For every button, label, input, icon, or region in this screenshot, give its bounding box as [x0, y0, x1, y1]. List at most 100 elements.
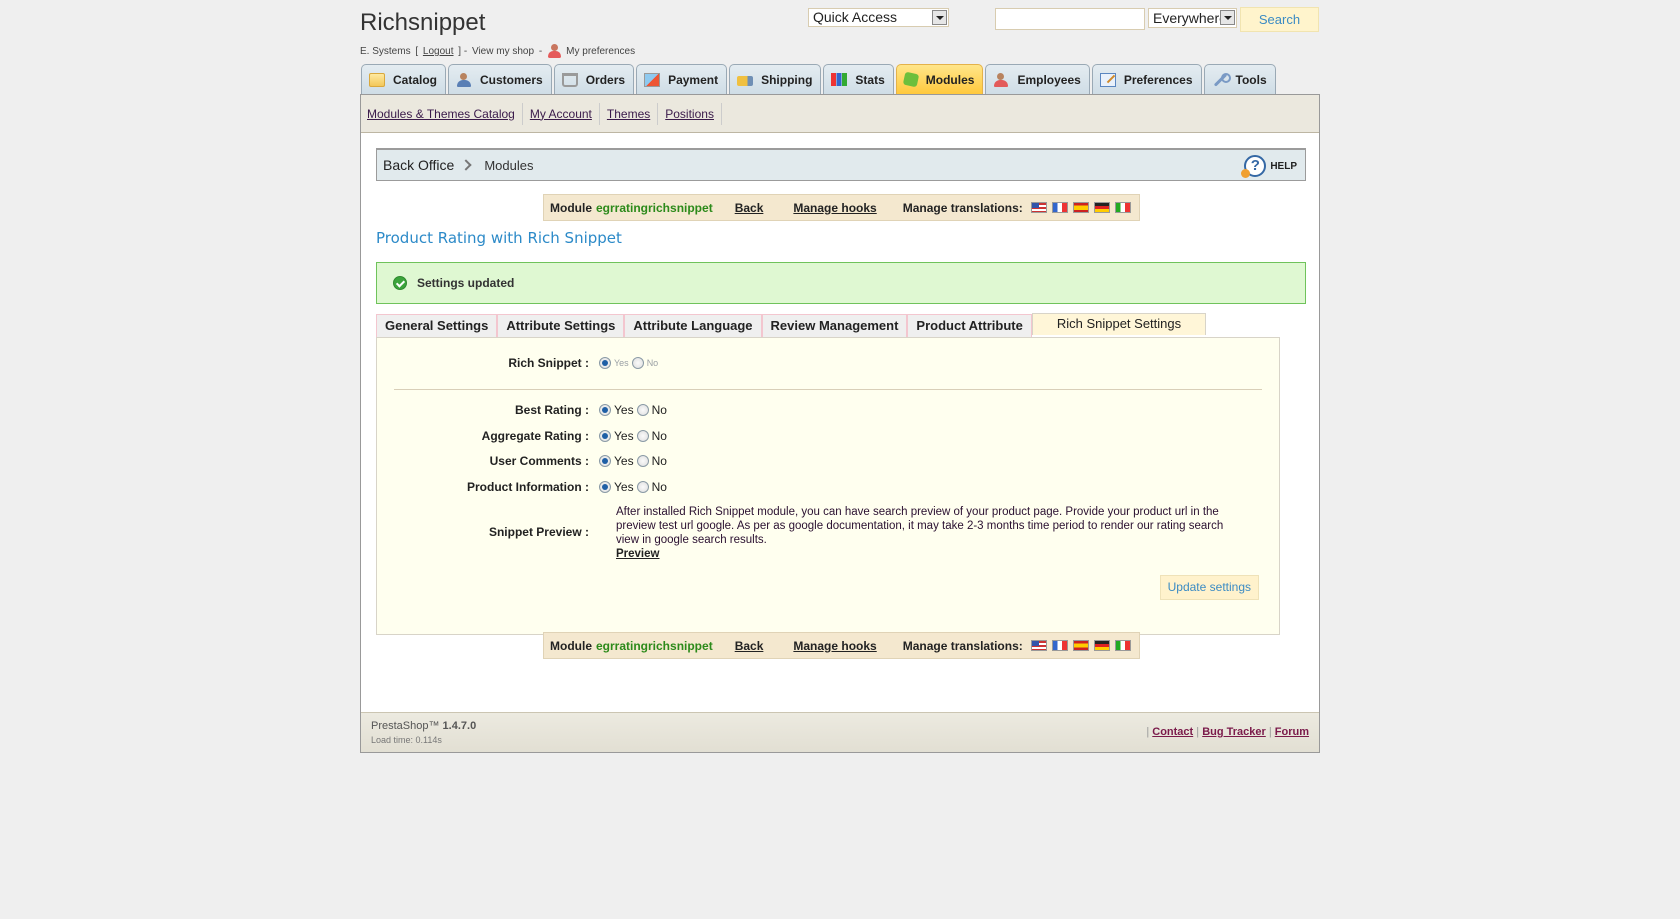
tab-review-management[interactable]: Review Management: [761, 314, 908, 337]
tab-rich-snippet-settings[interactable]: Rich Snippet Settings: [1031, 313, 1207, 335]
manage-hooks-link[interactable]: Manage hooks: [793, 639, 876, 653]
footer-links: | Contact | Bug Tracker | Forum: [1146, 726, 1309, 738]
tab-product-attribute[interactable]: Product Attribute: [907, 314, 1032, 337]
manage-translations-label: Manage translations:: [902, 200, 1023, 215]
check-circle-icon: [393, 276, 407, 290]
preview-link[interactable]: Preview: [616, 547, 1226, 561]
aggregate-rating-yes-radio[interactable]: [599, 430, 611, 442]
breadcrumb-root[interactable]: Back Office: [383, 157, 454, 173]
footer: PrestaShop™ 1.4.7.0 Load time: 0.114s | …: [361, 712, 1319, 752]
fr-flag-icon[interactable]: [1051, 202, 1068, 213]
chevron-right-icon: [460, 159, 472, 171]
es-flag-icon[interactable]: [1072, 640, 1089, 651]
submenu-positions[interactable]: Positions: [658, 102, 722, 125]
folder-icon: [369, 72, 385, 87]
best-rating-no-radio[interactable]: [636, 404, 649, 416]
us-flag-icon[interactable]: [1030, 202, 1047, 213]
breadcrumb: Back Office Modules ? HELP: [376, 148, 1306, 181]
rich-snippet-no-radio[interactable]: [631, 357, 644, 369]
payment-icon: [644, 72, 661, 87]
de-flag-icon[interactable]: [1093, 640, 1110, 651]
forum-link[interactable]: Forum: [1275, 726, 1309, 738]
no-label: No: [651, 480, 667, 494]
employee-icon: [993, 72, 1009, 87]
help-icon: ?: [1241, 155, 1267, 178]
tab-customers[interactable]: Customers: [448, 64, 552, 94]
tab-employees[interactable]: Employees: [985, 64, 1090, 94]
user-comments-label: User Comments :: [489, 454, 589, 468]
rich-snippet-settings-panel: Rich Snippet : Yes No Best Rating : Yes …: [376, 337, 1280, 635]
logout-link[interactable]: Logout: [423, 46, 454, 57]
bug-tracker-link[interactable]: Bug Tracker: [1202, 726, 1266, 738]
module-name: egrratingrichsnippet: [596, 638, 713, 653]
preferences-icon: [1099, 72, 1116, 87]
aggregate-rating-no-radio[interactable]: [636, 430, 649, 442]
no-label: No: [651, 454, 667, 468]
update-settings-button[interactable]: Update settings: [1159, 575, 1259, 600]
product-information-yes-radio[interactable]: [599, 481, 611, 493]
us-flag-icon[interactable]: [1030, 640, 1047, 651]
product-information-label: Product Information :: [467, 480, 589, 494]
confirmation-message: Settings updated: [376, 262, 1306, 304]
tab-catalog[interactable]: Catalog: [361, 64, 447, 94]
de-flag-icon[interactable]: [1093, 202, 1110, 213]
submenu-modules-themes-catalog[interactable]: Modules & Themes Catalog: [367, 102, 523, 125]
chevron-down-icon[interactable]: [932, 10, 947, 25]
user-comments-row: User Comments : Yes No: [377, 454, 670, 468]
best-rating-row: Best Rating : Yes No: [377, 403, 670, 417]
it-flag-icon[interactable]: [1114, 202, 1131, 213]
module-prefix: Module: [550, 200, 592, 215]
tab-stats[interactable]: Stats: [823, 64, 894, 94]
snippet-preview-description: After installed Rich Snippet module, you…: [616, 505, 1226, 561]
quick-access-select[interactable]: Quick Access: [808, 8, 949, 27]
version-number: 1.4.7.0: [442, 720, 477, 732]
confirmation-text: Settings updated: [417, 276, 515, 290]
user-comments-yes-radio[interactable]: [599, 455, 611, 467]
yes-label: Yes: [614, 429, 634, 443]
submenu-themes[interactable]: Themes: [600, 102, 659, 125]
manage-hooks-link[interactable]: Manage hooks: [793, 201, 876, 215]
tab-orders[interactable]: Orders: [553, 64, 635, 94]
yes-label: Yes: [614, 454, 634, 468]
my-preferences-link[interactable]: My preferences: [566, 46, 635, 57]
yes-label: Yes: [614, 403, 634, 417]
content-area: Modules & Themes Catalog My Account Them…: [360, 94, 1320, 753]
tab-preferences[interactable]: Preferences: [1091, 64, 1202, 94]
settings-tabs: General Settings Attribute Settings Attr…: [376, 313, 1207, 337]
back-link[interactable]: Back: [735, 201, 764, 215]
user-comments-no-radio[interactable]: [636, 455, 649, 467]
contact-link[interactable]: Contact: [1152, 726, 1193, 738]
product-information-no-radio[interactable]: [636, 481, 649, 493]
search-button[interactable]: Search: [1240, 7, 1319, 32]
it-flag-icon[interactable]: [1114, 640, 1131, 651]
snippet-preview-text: After installed Rich Snippet module, you…: [616, 506, 1224, 546]
best-rating-yes-radio[interactable]: [599, 404, 611, 416]
tab-modules[interactable]: Modules: [895, 64, 984, 94]
back-link[interactable]: Back: [735, 639, 764, 653]
rich-snippet-row: Rich Snippet : Yes No: [377, 356, 661, 370]
aggregate-rating-row: Aggregate Rating : Yes No: [377, 429, 670, 443]
best-rating-label: Best Rating :: [514, 403, 589, 417]
tab-attribute-settings[interactable]: Attribute Settings: [497, 314, 625, 337]
search-scope-select[interactable]: Everywhere: [1148, 8, 1237, 28]
tab-tools[interactable]: Tools: [1203, 64, 1276, 94]
fr-flag-icon[interactable]: [1051, 640, 1068, 651]
module-name: egrratingrichsnippet: [596, 200, 713, 215]
yes-label: Yes: [614, 480, 634, 494]
module-title: Product Rating with Rich Snippet: [376, 229, 622, 247]
es-flag-icon[interactable]: [1072, 202, 1089, 213]
submenu-my-account[interactable]: My Account: [523, 102, 600, 125]
chevron-down-icon[interactable]: [1220, 10, 1235, 25]
tab-attribute-language[interactable]: Attribute Language: [624, 314, 762, 337]
view-shop-link[interactable]: View my shop: [472, 46, 534, 57]
divider: [394, 389, 1262, 390]
version-info: PrestaShop™ 1.4.7.0: [371, 720, 476, 732]
tab-payment[interactable]: Payment: [636, 64, 728, 94]
tab-general-settings[interactable]: General Settings: [376, 314, 498, 337]
rich-snippet-yes-radio[interactable]: [599, 357, 611, 369]
product-name: PrestaShop™: [371, 720, 440, 732]
tab-shipping[interactable]: Shipping: [729, 64, 822, 94]
user-name: E. Systems: [360, 45, 411, 57]
help-button[interactable]: ? HELP: [1241, 155, 1297, 178]
search-input[interactable]: [995, 8, 1145, 30]
